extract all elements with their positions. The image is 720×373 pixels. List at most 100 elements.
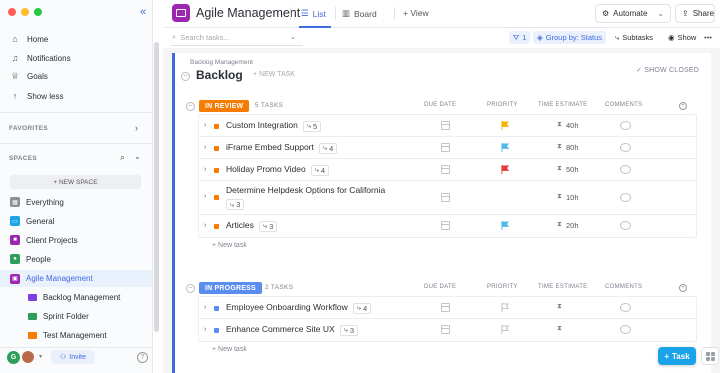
table-row[interactable]: › Enhance Commerce Site UX ⤷ 3 ⧗ bbox=[199, 319, 696, 341]
time-estimate[interactable]: 40h bbox=[566, 121, 579, 130]
tab-board[interactable]: ▥ Board bbox=[342, 8, 377, 19]
status-icon[interactable] bbox=[214, 328, 219, 333]
add-task-button[interactable]: + Task bbox=[658, 347, 696, 365]
subtask-count[interactable]: ⤷ 4 bbox=[352, 302, 372, 314]
breadcrumb[interactable]: Backlog Management bbox=[190, 59, 253, 66]
comment-icon[interactable] bbox=[620, 121, 631, 130]
subtask-count[interactable]: ⤷ 4 bbox=[318, 142, 338, 154]
status-icon[interactable] bbox=[214, 195, 219, 200]
flag-icon[interactable] bbox=[501, 193, 510, 202]
collapse-group-icon[interactable]: − bbox=[186, 102, 195, 111]
expand-icon[interactable]: › bbox=[204, 222, 206, 229]
flag-icon[interactable] bbox=[501, 143, 510, 152]
calendar-icon[interactable] bbox=[441, 303, 450, 312]
user-avatar[interactable] bbox=[21, 350, 35, 364]
table-row[interactable]: › Custom Integration ⤷ 5 ⧗ 40h bbox=[199, 115, 696, 137]
task-name[interactable]: Holiday Promo Video ⤷ 4 bbox=[226, 164, 330, 176]
show-button[interactable]: ◉ Show bbox=[664, 31, 700, 44]
flag-icon[interactable] bbox=[501, 303, 510, 312]
comment-icon[interactable] bbox=[620, 193, 631, 202]
subtask-count[interactable]: ⤷ 3 bbox=[258, 220, 278, 232]
hourglass-icon[interactable]: ⧗ bbox=[557, 303, 562, 311]
column-header-time-estimate[interactable]: TIME ESTIMATE bbox=[538, 284, 587, 290]
column-header-due-date[interactable]: DUE DATE bbox=[424, 102, 456, 108]
expand-icon[interactable]: › bbox=[204, 144, 206, 151]
table-row[interactable]: › iFrame Embed Support ⤷ 4 ⧗ 80h bbox=[199, 137, 696, 159]
status-icon[interactable] bbox=[214, 306, 219, 311]
chevron-down-icon[interactable]: ⌄ bbox=[290, 33, 296, 41]
new-task-header-button[interactable]: + NEW TASK bbox=[253, 71, 295, 78]
comment-icon[interactable] bbox=[620, 165, 631, 174]
collapse-sidebar-icon[interactable]: « bbox=[140, 6, 146, 18]
chevron-down-icon[interactable]: ▾ bbox=[39, 353, 42, 360]
space-client-projects[interactable]: ■ Client Projects bbox=[10, 233, 78, 247]
comment-icon[interactable] bbox=[620, 143, 631, 152]
add-column-icon[interactable]: + bbox=[679, 284, 687, 292]
comment-icon[interactable] bbox=[620, 221, 631, 230]
flag-icon[interactable] bbox=[501, 325, 510, 334]
task-name[interactable]: iFrame Embed Support ⤷ 4 bbox=[226, 142, 338, 154]
table-row[interactable]: › Employee Onboarding Workflow ⤷ 4 ⧗ bbox=[199, 297, 696, 319]
expand-icon[interactable]: › bbox=[204, 122, 206, 129]
time-estimate[interactable]: 10h bbox=[566, 193, 579, 202]
task-name[interactable]: Enhance Commerce Site UX ⤷ 3 bbox=[226, 324, 359, 336]
search-icon[interactable]: ⌕ bbox=[120, 152, 125, 163]
automate-button[interactable]: ⚙ Automate ⌄ bbox=[595, 4, 671, 23]
add-column-icon[interactable]: + bbox=[679, 102, 687, 110]
apps-grid-icon[interactable] bbox=[701, 347, 719, 365]
close-window-button[interactable] bbox=[8, 8, 16, 16]
subtask-count[interactable]: ⤷ 3 bbox=[226, 199, 245, 210]
table-row[interactable]: › Articles ⤷ 3 ⧗ 20h bbox=[199, 215, 696, 237]
task-name[interactable]: Custom Integration ⤷ 5 bbox=[226, 120, 322, 132]
column-header-priority[interactable]: PRIORITY bbox=[487, 284, 518, 290]
calendar-icon[interactable] bbox=[441, 221, 450, 230]
invite-button[interactable]: ⚇ Invite bbox=[51, 350, 95, 364]
collapse-list-icon[interactable]: − bbox=[181, 72, 190, 81]
expand-icon[interactable]: › bbox=[204, 166, 206, 173]
table-row[interactable]: › Holiday Promo Video ⤷ 4 ⧗ 50h bbox=[199, 159, 696, 181]
status-badge[interactable]: IN PROGRESS bbox=[199, 282, 262, 294]
time-estimate[interactable]: 20h bbox=[566, 221, 579, 230]
expand-icon[interactable]: › bbox=[204, 304, 206, 311]
status-icon[interactable] bbox=[214, 168, 219, 173]
hourglass-icon[interactable]: ⧗ bbox=[557, 325, 562, 333]
tab-list[interactable]: ☰ List bbox=[301, 8, 326, 19]
nav-show-less[interactable]: ↑ Show less bbox=[10, 89, 64, 103]
calendar-icon[interactable] bbox=[441, 165, 450, 174]
calendar-icon[interactable] bbox=[441, 193, 450, 202]
new-space-button[interactable]: + NEW SPACE bbox=[10, 175, 141, 189]
share-button[interactable]: ⇪ Share bbox=[675, 4, 715, 23]
expand-icon[interactable]: › bbox=[204, 193, 206, 200]
comment-icon[interactable] bbox=[620, 325, 631, 334]
show-closed-button[interactable]: ✓ SHOW CLOSED bbox=[636, 66, 699, 74]
column-header-comments[interactable]: COMMENTS bbox=[605, 102, 642, 108]
task-name[interactable]: Employee Onboarding Workflow ⤷ 4 bbox=[226, 302, 372, 314]
folder-backlog-management[interactable]: Backlog Management bbox=[28, 290, 120, 304]
add-view-button[interactable]: + View bbox=[403, 8, 429, 18]
space-general[interactable]: ▭ General bbox=[10, 214, 54, 228]
time-estimate[interactable]: 80h bbox=[566, 143, 579, 152]
collapse-group-icon[interactable]: − bbox=[186, 284, 195, 293]
subtasks-button[interactable]: ⤷ Subtasks bbox=[611, 31, 657, 44]
group-by-button[interactable]: ◈ Group by: Status bbox=[533, 31, 607, 44]
nav-goals[interactable]: ♕ Goals bbox=[10, 69, 48, 83]
calendar-icon[interactable] bbox=[441, 143, 450, 152]
filter-button[interactable]: ⛛ 1 bbox=[509, 31, 531, 44]
flag-icon[interactable] bbox=[501, 221, 510, 230]
task-name[interactable]: Determine Helpdesk Options for Californi… bbox=[226, 185, 385, 195]
flag-icon[interactable] bbox=[501, 165, 510, 174]
time-estimate[interactable]: 50h bbox=[566, 165, 579, 174]
sidebar-scrollbar[interactable] bbox=[154, 42, 159, 332]
column-header-due-date[interactable]: DUE DATE bbox=[424, 284, 456, 290]
space-people[interactable]: ● People bbox=[10, 252, 51, 266]
column-header-comments[interactable]: COMMENTS bbox=[605, 284, 642, 290]
status-icon[interactable] bbox=[214, 146, 219, 151]
calendar-icon[interactable] bbox=[441, 325, 450, 334]
column-header-priority[interactable]: PRIORITY bbox=[487, 102, 518, 108]
minimize-window-button[interactable] bbox=[21, 8, 29, 16]
maximize-window-button[interactable] bbox=[34, 8, 42, 16]
flag-icon[interactable] bbox=[501, 121, 510, 130]
favorites-heading[interactable]: FAVORITES bbox=[9, 125, 48, 132]
subtask-count[interactable]: ⤷ 3 bbox=[339, 324, 359, 336]
expand-icon[interactable]: › bbox=[204, 326, 206, 333]
